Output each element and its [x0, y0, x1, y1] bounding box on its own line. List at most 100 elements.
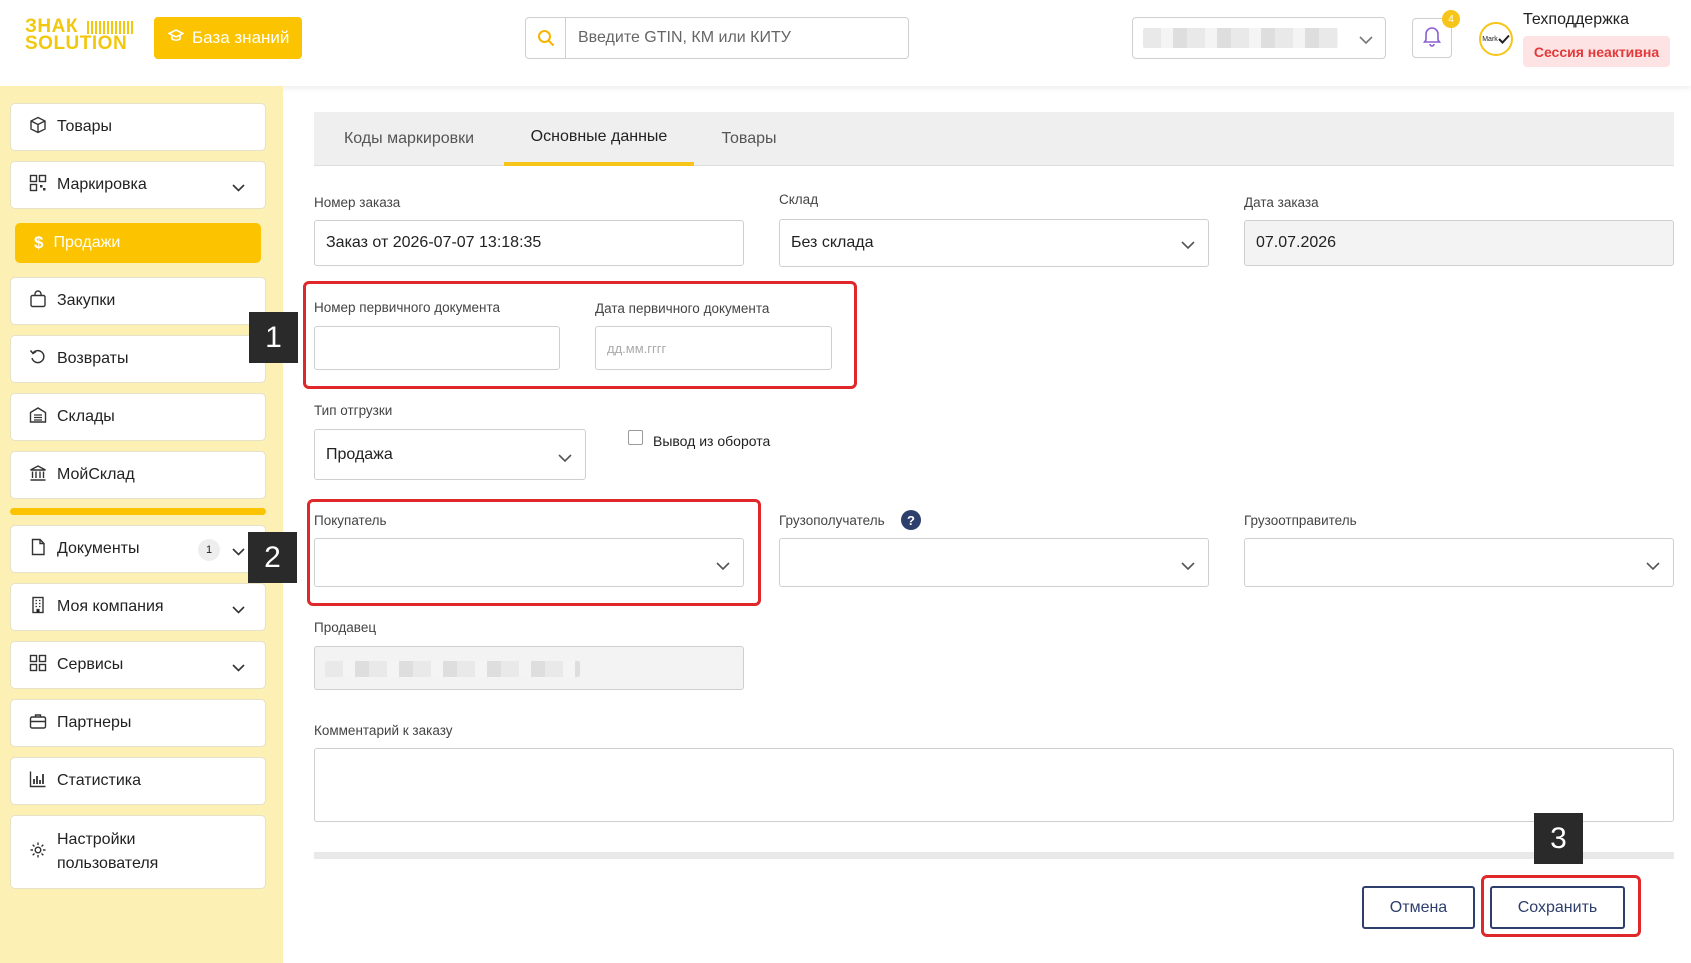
annotation-marker-2: 2 — [248, 532, 297, 583]
search-bar[interactable] — [525, 17, 909, 59]
avatar-text: Mark — [1482, 35, 1498, 43]
knowledge-base-button[interactable]: База знаний — [154, 17, 302, 59]
chevron-down-icon — [232, 601, 245, 619]
logo-line-2: SOLUTION — [25, 33, 128, 54]
sidebar-item-label: Настройки пользователя — [57, 828, 158, 876]
chevron-down-icon — [232, 659, 245, 677]
tab-main-data[interactable]: Основные данные — [504, 112, 694, 166]
grid-icon — [29, 654, 47, 677]
chevron-down-icon — [1181, 558, 1195, 576]
check-icon — [1498, 34, 1510, 44]
help-icon[interactable]: ? — [901, 510, 921, 530]
consignee-label: Грузополучатель — [779, 513, 885, 528]
sidebar-item-label: Товары — [57, 118, 113, 135]
sidebar-item-documents[interactable]: Документы 1 — [10, 525, 266, 573]
briefcase-icon — [29, 712, 47, 735]
annotation-box-save — [1481, 875, 1641, 937]
graduation-cap-icon — [167, 28, 185, 48]
redacted-seller-name — [325, 661, 580, 677]
bag-icon — [29, 289, 47, 313]
search-icon[interactable] — [526, 18, 566, 58]
logo[interactable]: ЗНАК SOLUTION — [25, 17, 140, 54]
sidebar-item-services[interactable]: Сервисы — [10, 641, 266, 689]
order-number-value: Заказ от 2026-07-07 13:18:35 — [326, 234, 542, 251]
top-header: ЗНАК SOLUTION База знаний 4 Mark Техподд… — [0, 0, 1691, 86]
dollar-icon: $ — [34, 233, 44, 252]
sidebar-item-my-company[interactable]: Моя компания — [10, 583, 266, 631]
bell-icon — [1422, 25, 1442, 51]
sidebar-item-label-line-2: пользователя — [57, 855, 159, 872]
redacted-company-name — [1143, 28, 1338, 48]
user-name: Техподдержка — [1523, 11, 1630, 28]
documents-count-badge: 1 — [198, 539, 220, 561]
sidebar-item-marking[interactable]: Маркировка — [10, 161, 266, 209]
sidebar-item-label: Склады — [57, 408, 115, 425]
session-status-badge: Сессия неактивна — [1523, 36, 1670, 67]
tab-marking-codes[interactable]: Коды маркировки — [314, 112, 504, 166]
form-divider — [314, 852, 1674, 859]
sidebar-divider — [10, 508, 266, 515]
chevron-down-icon — [232, 543, 245, 561]
sidebar-item-label-line-1: Настройки — [57, 831, 136, 848]
sidebar-item-statistics[interactable]: Статистика — [10, 757, 266, 805]
chevron-down-icon — [1359, 30, 1373, 49]
sidebar-item-label: Документы — [57, 540, 140, 557]
sidebar-item-warehouses[interactable]: Склады — [10, 393, 266, 441]
tabs-bar: Коды маркировки Основные данные Товары — [314, 112, 1674, 166]
consignee-select[interactable] — [779, 538, 1209, 587]
gear-icon — [29, 841, 47, 864]
cancel-button[interactable]: Отмена — [1362, 886, 1475, 929]
shipment-type-value: Продажа — [326, 445, 393, 463]
sidebar-item-moysklad[interactable]: МойСклад — [10, 451, 266, 499]
warehouse-value: Без склада — [791, 234, 874, 251]
order-date-label: Дата заказа — [1244, 195, 1319, 210]
chevron-down-icon — [232, 179, 245, 197]
bank-icon — [29, 464, 47, 487]
seller-input — [314, 646, 744, 690]
box-icon — [29, 116, 47, 139]
sidebar-item-label: Возвраты — [57, 350, 129, 367]
sidebar-item-products[interactable]: Товары — [10, 103, 266, 151]
notification-count-badge: 4 — [1442, 10, 1460, 28]
seller-label: Продавец — [314, 620, 377, 635]
sidebar-item-sales[interactable]: $ Продажи — [15, 223, 261, 263]
document-icon — [29, 538, 47, 561]
sidebar-item-label: Партнеры — [57, 714, 132, 731]
sidebar-item-label: Моя компания — [57, 598, 164, 615]
sidebar-item-purchases[interactable]: Закупки — [10, 277, 266, 325]
sidebar-item-label: Сервисы — [57, 656, 124, 673]
sidebar-item-label: Маркировка — [57, 176, 147, 193]
building-icon — [29, 596, 47, 619]
annotation-marker-1: 1 — [249, 312, 298, 363]
chevron-down-icon — [1181, 237, 1195, 255]
knowledge-base-label: База знаний — [192, 28, 290, 47]
tab-products[interactable]: Товары — [694, 112, 804, 166]
shipment-type-select[interactable]: Продажа — [314, 429, 586, 480]
sidebar-item-label: МойСклад — [57, 466, 135, 483]
warehouse-icon — [29, 406, 47, 429]
annotation-box-buyer — [307, 499, 761, 606]
search-input[interactable] — [566, 19, 908, 57]
chevron-down-icon — [1646, 558, 1660, 576]
annotation-box-primary-document — [303, 281, 857, 389]
company-select[interactable] — [1132, 17, 1386, 59]
order-date-value: 07.07.2026 — [1256, 234, 1337, 251]
sidebar-item-label: Статистика — [57, 772, 142, 789]
shipper-select[interactable] — [1244, 538, 1674, 587]
sidebar-item-returns[interactable]: Возвраты — [10, 335, 266, 383]
withdraw-checkbox[interactable] — [628, 430, 643, 445]
avatar[interactable]: Mark — [1479, 22, 1513, 56]
return-icon — [29, 348, 47, 371]
order-date-input[interactable]: 07.07.2026 — [1244, 220, 1674, 266]
qr-icon — [29, 174, 47, 197]
comment-label: Комментарий к заказу — [314, 723, 453, 738]
sidebar-item-user-settings[interactable]: Настройки пользователя — [10, 815, 266, 889]
sidebar: Товары Маркировка $ Продажи Закупки Возв… — [0, 86, 283, 963]
comment-textarea[interactable] — [314, 748, 1674, 822]
shipper-label: Грузоотправитель — [1244, 513, 1357, 528]
sidebar-item-label: Продажи — [53, 234, 121, 251]
warehouse-select[interactable]: Без склада — [779, 219, 1209, 267]
order-number-input[interactable]: Заказ от 2026-07-07 13:18:35 — [314, 220, 744, 266]
sidebar-item-partners[interactable]: Партнеры — [10, 699, 266, 747]
sidebar-item-label: Закупки — [57, 292, 116, 309]
